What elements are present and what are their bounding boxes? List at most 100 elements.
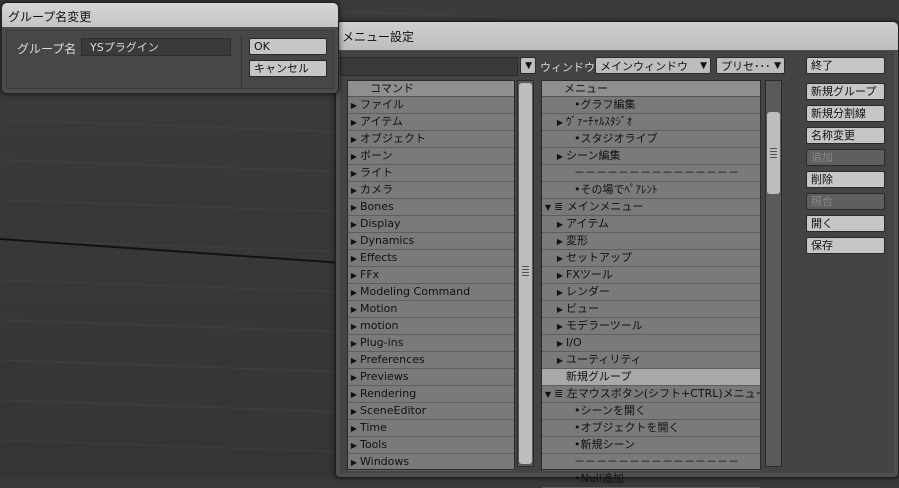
menu-tree-scroll-thumb[interactable]: [767, 112, 780, 194]
expand-arrow-icon[interactable]: ▶: [348, 115, 360, 130]
menu-tree-scrollbar[interactable]: [765, 80, 782, 467]
command-list-item[interactable]: ▶ Display: [348, 216, 514, 233]
menu-tree-item[interactable]: •オブジェクトを開く: [542, 420, 760, 437]
side-button[interactable]: 保存: [806, 237, 885, 254]
group-rename-titlebar[interactable]: グループ名変更: [2, 3, 338, 27]
menu-tree-item[interactable]: ▶ セットアップ: [542, 250, 760, 267]
expand-arrow-icon[interactable]: ▶: [348, 336, 360, 351]
command-list-item[interactable]: ▶ オブジェクト: [348, 131, 514, 148]
expand-arrow-icon[interactable]: ▶: [348, 387, 360, 402]
expand-arrow-icon[interactable]: ▶: [348, 149, 360, 164]
expand-arrow-icon[interactable]: ▶: [348, 404, 360, 419]
menu-tree-item[interactable]: ▶ レンダー: [542, 284, 760, 301]
menu-tree-item[interactable]: •Null追加: [542, 471, 760, 488]
menu-tree-item[interactable]: ▶ ｳﾞｧｰﾁｬﾙｽﾀｼﾞｵ: [542, 114, 760, 131]
expand-arrow-icon[interactable]: ▶: [554, 319, 566, 334]
expand-arrow-icon[interactable]: ▶: [554, 268, 566, 283]
menu-tree-item[interactable]: ▶ ビュー: [542, 301, 760, 318]
side-button[interactable]: 照合: [806, 193, 885, 210]
command-list-item[interactable]: ▶ カメラ: [348, 182, 514, 199]
command-list-item[interactable]: ▶ Rendering: [348, 386, 514, 403]
menu-tree-item[interactable]: －－－－－－－－－－－－－－－: [542, 454, 760, 471]
command-list-item[interactable]: ▶ Modeling Command: [348, 284, 514, 301]
expand-arrow-icon[interactable]: ▶: [554, 115, 566, 130]
menu-tree[interactable]: メニュー •グラフ編集 ▶ ｳﾞｧｰﾁｬﾙｽﾀｼﾞｵ •スタジオライブ ▶ シーン編集 －－…: [541, 80, 761, 488]
menu-tree-item[interactable]: •スタジオライブ: [542, 131, 760, 148]
command-list-item[interactable]: ▶ FFx: [348, 267, 514, 284]
expand-arrow-icon[interactable]: ▶: [554, 353, 566, 368]
window-select[interactable]: メインウィンドウ ▼: [595, 57, 711, 74]
expand-arrow-icon[interactable]: ▶: [348, 132, 360, 147]
ok-button[interactable]: OK: [249, 38, 327, 55]
expand-arrow-icon[interactable]: ▶: [348, 217, 360, 232]
cancel-button[interactable]: キャンセル: [249, 60, 327, 77]
command-list-item[interactable]: ▶ ファイル: [348, 97, 514, 114]
expand-arrow-icon[interactable]: ▶: [554, 149, 566, 164]
menu-tree-item[interactable]: ▼ ≣ メインメニュー: [542, 199, 760, 216]
expand-arrow-icon[interactable]: ▶: [348, 234, 360, 249]
command-filter-dropdown[interactable]: ▼: [520, 57, 536, 74]
command-list-item[interactable]: ▶ Windows: [348, 454, 514, 471]
menu-tree-item[interactable]: ▶ シーン編集: [542, 148, 760, 165]
expand-arrow-icon[interactable]: ▶: [554, 217, 566, 232]
preset-select[interactable]: プリセ･･･ ▼: [716, 57, 785, 74]
side-button[interactable]: 追加: [806, 149, 885, 166]
command-list-item[interactable]: ▶ Plug-ins: [348, 335, 514, 352]
command-list-item[interactable]: ▶ Bones: [348, 199, 514, 216]
expand-arrow-icon[interactable]: ▶: [554, 285, 566, 300]
command-list-item[interactable]: ▶ Tools: [348, 437, 514, 454]
expand-arrow-icon[interactable]: ▶: [554, 251, 566, 266]
group-name-input[interactable]: YSプラグイン: [81, 38, 231, 56]
side-button[interactable]: 開く: [806, 215, 885, 232]
menu-tree-item[interactable]: ▶ 変形: [542, 233, 760, 250]
menu-tree-item[interactable]: ▶ モデラーツール: [542, 318, 760, 335]
menu-tree-item[interactable]: ▶ I/O: [542, 335, 760, 352]
command-filter-field[interactable]: [340, 57, 518, 76]
expand-arrow-icon[interactable]: ▶: [348, 421, 360, 436]
command-list-item[interactable]: ▶ Motion: [348, 301, 514, 318]
command-list-item[interactable]: ▶ ライト: [348, 165, 514, 182]
command-list-item[interactable]: ▶ motion: [348, 318, 514, 335]
expand-arrow-icon[interactable]: ▶: [348, 285, 360, 300]
menu-tree-item[interactable]: ▶ FXツール: [542, 267, 760, 284]
menu-tree-item[interactable]: •新規シーン: [542, 437, 760, 454]
menu-tree-item[interactable]: ▶ ユーティリティ: [542, 352, 760, 369]
expand-arrow-icon[interactable]: ▶: [554, 336, 566, 351]
command-list-item[interactable]: ▶ ボーン: [348, 148, 514, 165]
expand-arrow-icon[interactable]: ▶: [348, 251, 360, 266]
menu-settings-titlebar[interactable]: メニュー設定: [336, 22, 898, 50]
expand-arrow-icon[interactable]: ▶: [348, 370, 360, 385]
collapse-arrow-icon[interactable]: ▼: [542, 200, 554, 215]
command-list-scroll-thumb[interactable]: [519, 83, 532, 464]
side-button[interactable]: 新規分割線: [806, 105, 885, 122]
menu-tree-item[interactable]: －－－－－－－－－－－－－－－: [542, 165, 760, 182]
menu-tree-item[interactable]: ▼ ≣ 左マウスボタン(シフト+CTRL)メニュー: [542, 386, 760, 403]
side-button[interactable]: 削除: [806, 171, 885, 188]
command-list-scrollbar[interactable]: [517, 80, 534, 467]
menu-tree-item[interactable]: 新規グループ: [542, 369, 760, 386]
command-list-item[interactable]: ▶ SceneEditor: [348, 403, 514, 420]
command-list-item[interactable]: ▶ アイテム: [348, 114, 514, 131]
menu-tree-item[interactable]: •その場でﾍﾟｱﾚﾝﾄ: [542, 182, 760, 199]
expand-arrow-icon[interactable]: ▶: [348, 302, 360, 317]
expand-arrow-icon[interactable]: ▶: [348, 166, 360, 181]
command-list-item[interactable]: ▶ Dynamics: [348, 233, 514, 250]
command-list[interactable]: コマンド ▶ ファイル ▶ アイテム ▶ オブジェクト ▶ ボーン ▶ ライト ▶ カメラ ▶ Bones…: [347, 80, 515, 471]
expand-arrow-icon[interactable]: ▶: [554, 234, 566, 249]
side-button[interactable]: 新規グループ: [806, 83, 885, 100]
menu-tree-item[interactable]: ▶ アイテム: [542, 216, 760, 233]
expand-arrow-icon[interactable]: ▶: [348, 183, 360, 198]
command-list-item[interactable]: ▶ Effects: [348, 250, 514, 267]
command-list-item[interactable]: ▶ Previews: [348, 369, 514, 386]
menu-tree-item[interactable]: •シーンを開く: [542, 403, 760, 420]
collapse-arrow-icon[interactable]: ▼: [542, 387, 554, 402]
expand-arrow-icon[interactable]: ▶: [348, 319, 360, 334]
expand-arrow-icon[interactable]: ▶: [348, 268, 360, 283]
expand-arrow-icon[interactable]: ▶: [348, 438, 360, 453]
menu-tree-item[interactable]: •グラフ編集: [542, 97, 760, 114]
expand-arrow-icon[interactable]: ▶: [348, 353, 360, 368]
side-button[interactable]: 名称変更: [806, 127, 885, 144]
command-list-item[interactable]: ▶ Time: [348, 420, 514, 437]
expand-arrow-icon[interactable]: ▶: [348, 98, 360, 113]
side-button[interactable]: 終了: [806, 57, 885, 74]
